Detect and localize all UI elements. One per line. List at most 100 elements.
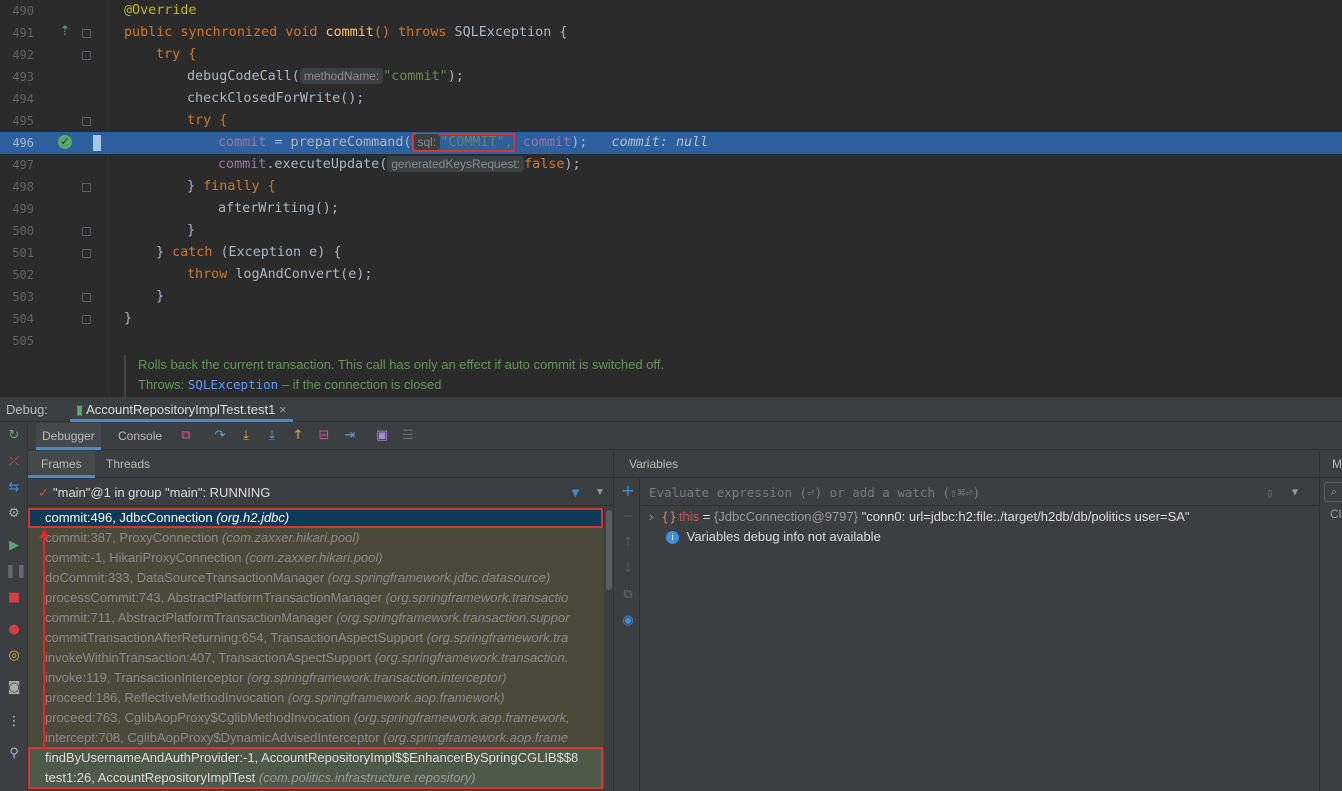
- force-step-into-icon[interactable]: ⤓: [264, 428, 280, 444]
- code-line[interactable]: 497 commit.executeUpdate(generatedKeysRe…: [0, 154, 1342, 176]
- remove-watch-icon[interactable]: −: [619, 508, 637, 526]
- fold-marker[interactable]: [82, 29, 91, 38]
- fold-marker[interactable]: [82, 117, 91, 126]
- step-out-icon[interactable]: ↑: [290, 428, 306, 444]
- code-text: checkClosedForWrite();: [187, 91, 365, 106]
- code-line[interactable]: 499 afterWriting();: [0, 198, 1342, 220]
- code-line[interactable]: 492 try {: [0, 44, 1342, 66]
- add-watch-icon[interactable]: +: [619, 482, 637, 500]
- object-icon: { }: [662, 509, 676, 524]
- check-icon: ✓: [38, 485, 49, 500]
- code-text: } finally {: [187, 179, 276, 194]
- code-line[interactable]: 494 checkClosedForWrite();: [0, 88, 1342, 110]
- pin-icon[interactable]: ⚲: [5, 745, 23, 763]
- thread-selector[interactable]: ✓ "main"@1 in group "main": RUNNING ▼ ▼: [28, 479, 614, 506]
- expand-arrow-icon[interactable]: ›: [649, 509, 653, 524]
- frame-row[interactable]: commit:-1, HikariProxyConnection (com.za…: [28, 548, 604, 568]
- trace-icon[interactable]: ☰: [400, 428, 416, 444]
- resume-icon[interactable]: ▶: [5, 537, 23, 555]
- evaluate-expression-icon[interactable]: ▣: [374, 428, 390, 444]
- frame-row[interactable]: doCommit:333, DataSourceTransactionManag…: [28, 568, 604, 588]
- tab-console[interactable]: Console: [112, 423, 168, 450]
- frame-list[interactable]: commit:496, JdbcConnection (org.h2.jdbc)…: [28, 508, 604, 791]
- code-line[interactable]: 491 ⇡ public synchronized void commit() …: [0, 22, 1342, 44]
- execution-line-highlight[interactable]: 496 ✓ commit = prepareCommand(sql: "COMMI…: [0, 132, 1342, 154]
- code-text: commit = prepareCommand(sql: "COMMIT", co…: [218, 133, 709, 152]
- variables-title: Variables: [614, 451, 1319, 478]
- close-session-icon[interactable]: ⤫: [5, 453, 23, 471]
- line-number: 504: [12, 312, 34, 326]
- rerun-icon[interactable]: ↻: [5, 427, 23, 445]
- fold-marker[interactable]: [82, 227, 91, 236]
- frame-row[interactable]: commit:387, ProxyConnection (com.zaxxer.…: [28, 528, 604, 548]
- code-line[interactable]: 504 }: [0, 308, 1342, 330]
- fold-marker[interactable]: [82, 315, 91, 324]
- layout-icon[interactable]: ⧉: [178, 428, 194, 444]
- line-number: 497: [12, 158, 34, 172]
- debug-label: Debug:: [6, 402, 48, 417]
- frames-scrollbar[interactable]: [605, 508, 613, 791]
- frame-row[interactable]: proceed:186, ReflectiveMethodInvocation …: [28, 688, 604, 708]
- line-number: 492: [12, 48, 34, 62]
- fold-marker[interactable]: [82, 51, 91, 60]
- run-to-cursor-icon[interactable]: ⇥: [342, 428, 358, 444]
- code-line[interactable]: 498 } finally {: [0, 176, 1342, 198]
- evaluate-expression-input[interactable]: Evaluate expression (⏎) or add a watch (…: [641, 479, 1319, 506]
- fold-marker[interactable]: [82, 183, 91, 192]
- drop-frame-icon[interactable]: ⊟: [316, 428, 332, 444]
- frame-row[interactable]: proceed:763, CglibAopProxy$CglibMethodIn…: [28, 708, 604, 728]
- code-line[interactable]: 490 @Override: [0, 0, 1342, 22]
- code-line[interactable]: 502 throw logAndConvert(e);: [0, 264, 1342, 286]
- frame-row[interactable]: invokeWithinTransaction:407, Transaction…: [28, 648, 604, 668]
- code-line[interactable]: 501 } catch (Exception e) {: [0, 242, 1342, 264]
- frame-row[interactable]: commit:711, AbstractPlatformTransactionM…: [28, 608, 604, 628]
- frame-row[interactable]: invoke:119, TransactionInterceptor (org.…: [28, 668, 604, 688]
- chevron-down-icon[interactable]: ▼: [595, 479, 605, 506]
- breakpoint-check-icon[interactable]: ✓: [58, 135, 72, 149]
- line-number: 503: [12, 290, 34, 304]
- javadoc-link[interactable]: SQLException: [188, 377, 278, 392]
- mute-breakpoints-icon[interactable]: ◎: [5, 647, 23, 665]
- tab-debugger[interactable]: Debugger: [36, 423, 101, 450]
- move-down-icon[interactable]: ↓: [619, 560, 637, 578]
- line-number: 501: [12, 246, 34, 260]
- move-up-icon[interactable]: ↑: [619, 534, 637, 552]
- stop-icon[interactable]: ■: [5, 589, 23, 607]
- memory-tab[interactable]: M: [1320, 451, 1342, 478]
- frame-row[interactable]: intercept:708, CglibAopProxy$DynamicAdvi…: [28, 728, 604, 748]
- code-line[interactable]: 495 try {: [0, 110, 1342, 132]
- frames-pane: Frames Threads ✓ "main"@1 in group "main…: [28, 451, 614, 791]
- restore-layout-icon[interactable]: ⇆: [5, 479, 23, 497]
- variable-row-this[interactable]: › { } this = {JdbcConnection@9797} "conn…: [649, 507, 1190, 527]
- pause-icon[interactable]: ❚❚: [5, 563, 27, 581]
- code-line[interactable]: 493 debugCodeCall(methodName: "commit");: [0, 66, 1342, 88]
- chevron-down-icon[interactable]: ▼: [1292, 479, 1298, 506]
- code-line[interactable]: 505: [0, 330, 1342, 352]
- code-editor[interactable]: 490 @Override 491 ⇡ public synchronized …: [0, 0, 1342, 397]
- search-icon[interactable]: ⌕: [1324, 482, 1342, 502]
- frame-row[interactable]: processCommit:743, AbstractPlatformTrans…: [28, 588, 604, 608]
- fold-marker[interactable]: [82, 249, 91, 258]
- camera-icon[interactable]: ◙: [5, 679, 23, 697]
- class-column-header: Cla: [1330, 507, 1342, 521]
- step-over-icon[interactable]: ↷: [212, 428, 228, 444]
- gear-icon[interactable]: ⚙: [5, 505, 23, 523]
- more-icon[interactable]: ⋮: [5, 713, 23, 731]
- code-text: @Override: [124, 3, 197, 18]
- copy-icon[interactable]: ⧉: [619, 586, 637, 604]
- fold-marker[interactable]: [82, 293, 91, 302]
- code-line[interactable]: 503 }: [0, 286, 1342, 308]
- tab-frames[interactable]: Frames: [28, 451, 95, 478]
- step-into-icon[interactable]: ⤓: [238, 428, 254, 444]
- filter-icon[interactable]: ▼: [569, 479, 582, 506]
- close-icon[interactable]: ×: [279, 402, 287, 417]
- debug-session-tab[interactable]: ▮ AccountRepositoryImplTest.test1 ×: [70, 397, 293, 422]
- tab-threads[interactable]: Threads: [100, 451, 156, 478]
- scrollbar-thumb[interactable]: [606, 510, 612, 590]
- view-breakpoints-icon[interactable]: ●: [5, 621, 23, 639]
- implements-icon[interactable]: ⇡: [58, 25, 72, 39]
- code-line[interactable]: 500 }: [0, 220, 1342, 242]
- frame-row[interactable]: commitTransactionAfterReturning:654, Tra…: [28, 628, 604, 648]
- eye-icon[interactable]: ◉: [619, 612, 637, 630]
- bookmark-icon[interactable]: ▯: [1266, 479, 1274, 506]
